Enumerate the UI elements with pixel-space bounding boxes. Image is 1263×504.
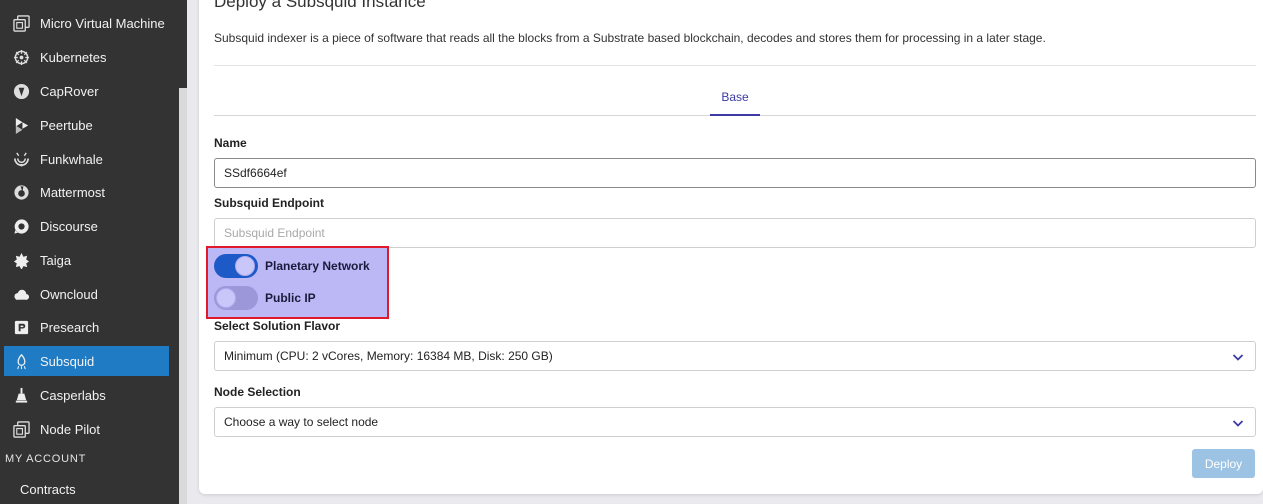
tab-bar: Base — [214, 80, 1256, 116]
sidebar-item-label: Presearch — [40, 319, 100, 335]
sidebar-item-label: Funkwhale — [40, 151, 103, 167]
public-ip-label: Public IP — [265, 291, 316, 305]
nodepilot-icon — [12, 420, 30, 438]
kubernetes-icon — [12, 48, 30, 66]
sidebar-item-owncloud[interactable]: Owncloud — [4, 279, 169, 309]
sidebar-item-label: CapRover — [40, 83, 99, 99]
sidebar-item-label: Peertube — [40, 117, 93, 133]
sidebar: Micro Virtual Machine Kubernetes CapRove… — [0, 0, 187, 504]
sidebar-item-presearch[interactable]: Presearch — [4, 312, 169, 342]
sidebar-item-subsquid[interactable]: Subsquid — [4, 346, 169, 376]
sidebar-item-label: Taiga — [40, 252, 72, 268]
planetary-network-toggle-row[interactable]: Planetary Network — [214, 253, 370, 279]
subsquid-endpoint-input[interactable] — [214, 218, 1256, 248]
sidebar-item-discourse[interactable]: Discourse — [4, 211, 169, 241]
taiga-icon — [12, 251, 30, 269]
public-ip-toggle-row[interactable]: Public IP — [214, 285, 316, 311]
switch-knob — [216, 288, 236, 308]
tab-base[interactable]: Base — [710, 80, 760, 116]
sidebar-item-peertube[interactable]: Peertube — [4, 110, 169, 140]
sidebar-item-taiga[interactable]: Taiga — [4, 245, 169, 275]
subsquid-endpoint-label: Subsquid Endpoint — [214, 196, 324, 210]
sidebar-item-label: Owncloud — [40, 286, 98, 302]
node-selection-label: Node Selection — [214, 385, 301, 399]
peertube-icon — [12, 116, 30, 134]
public-ip-switch[interactable] — [214, 286, 258, 310]
solution-flavor-label: Select Solution Flavor — [214, 319, 341, 333]
name-input[interactable] — [214, 158, 1256, 188]
sidebar-item-label: Discourse — [40, 218, 98, 234]
my-account-section-title: MY ACCOUNT — [5, 453, 87, 465]
switch-knob — [235, 256, 255, 276]
sidebar-scrollbar[interactable] — [179, 88, 187, 504]
node-selection-select[interactable]: Choose a way to select node — [214, 407, 1256, 437]
vm-icon — [12, 14, 30, 32]
discourse-icon — [12, 217, 30, 235]
sidebar-item-micro-vm[interactable]: Micro Virtual Machine — [4, 8, 169, 38]
page-description: Subsquid indexer is a piece of software … — [214, 31, 1046, 45]
sidebar-item-mattermost[interactable]: Mattermost — [4, 177, 169, 207]
sidebar-item-label: Subsquid — [40, 353, 95, 369]
presearch-icon — [12, 318, 30, 336]
sidebar-item-contracts[interactable]: Contracts — [20, 482, 76, 497]
solution-flavor-value: Minimum (CPU: 2 vCores, Memory: 16384 MB… — [224, 349, 553, 363]
funkwhale-icon — [12, 150, 30, 168]
sidebar-item-casperlabs[interactable]: Casperlabs — [4, 380, 169, 410]
page-title: Deploy a Subsquid Instance — [214, 0, 426, 11]
caprover-icon — [12, 82, 30, 100]
sidebar-item-label: Kubernetes — [40, 49, 107, 65]
name-label: Name — [214, 136, 247, 150]
planetary-network-switch[interactable] — [214, 254, 258, 278]
chevron-down-icon — [1232, 420, 1244, 427]
sidebar-item-label: Mattermost — [40, 184, 106, 200]
deploy-button[interactable]: Deploy — [1192, 449, 1255, 478]
planetary-network-label: Planetary Network — [265, 259, 370, 273]
solution-flavor-select[interactable]: Minimum (CPU: 2 vCores, Memory: 16384 MB… — [214, 341, 1256, 371]
sidebar-item-kubernetes[interactable]: Kubernetes — [4, 42, 169, 72]
subsquid-icon — [12, 352, 30, 370]
sidebar-item-funkwhale[interactable]: Funkwhale — [4, 144, 169, 174]
divider — [214, 65, 1256, 66]
casperlabs-icon — [12, 386, 30, 404]
chevron-down-icon — [1232, 354, 1244, 361]
sidebar-item-node-pilot[interactable]: Node Pilot — [4, 414, 169, 444]
mattermost-icon — [12, 183, 30, 201]
sidebar-item-label: Micro Virtual Machine — [40, 15, 165, 31]
sidebar-item-label: Node Pilot — [40, 421, 100, 437]
owncloud-icon — [12, 285, 30, 303]
sidebar-item-caprover[interactable]: CapRover — [4, 76, 169, 106]
node-selection-value: Choose a way to select node — [224, 415, 379, 429]
sidebar-item-label: Casperlabs — [40, 387, 106, 403]
